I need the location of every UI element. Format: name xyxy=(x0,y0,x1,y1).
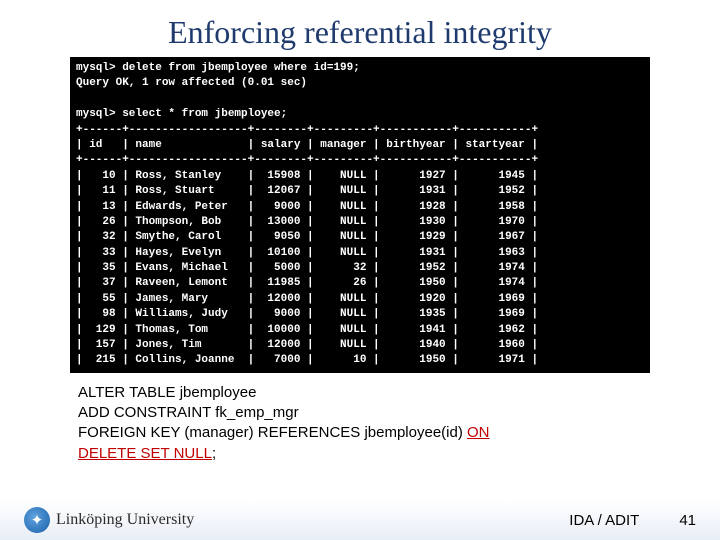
source-label: IDA / ADIT xyxy=(569,512,639,529)
university-logo: ✦ Linköping University xyxy=(24,507,194,533)
page-number: 41 xyxy=(679,512,696,529)
slide-footer: ✦ Linköping University IDA / ADIT 41 xyxy=(0,500,720,540)
sql-text: FOREIGN KEY (manager) REFERENCES jbemplo… xyxy=(78,424,467,441)
sql-line-3: FOREIGN KEY (manager) REFERENCES jbemplo… xyxy=(78,423,720,443)
sql-statement: ALTER TABLE jbemployee ADD CONSTRAINT fk… xyxy=(78,383,720,464)
sql-line-4: DELETE SET NULL; xyxy=(78,444,720,464)
footer-right: IDA / ADIT 41 xyxy=(569,512,696,529)
sql-line-1: ALTER TABLE jbemployee xyxy=(78,383,720,403)
logo-text: Linköping University xyxy=(56,511,194,529)
sql-line-2: ADD CONSTRAINT fk_emp_mgr xyxy=(78,403,720,423)
sql-semicolon: ; xyxy=(212,445,216,462)
logo-seal-icon: ✦ xyxy=(24,507,50,533)
slide-title: Enforcing referential integrity xyxy=(0,0,720,57)
sql-delete-set-null: DELETE SET NULL xyxy=(78,445,212,462)
sql-on-keyword: ON xyxy=(467,424,490,441)
mysql-terminal: mysql> delete from jbemployee where id=1… xyxy=(70,57,650,373)
